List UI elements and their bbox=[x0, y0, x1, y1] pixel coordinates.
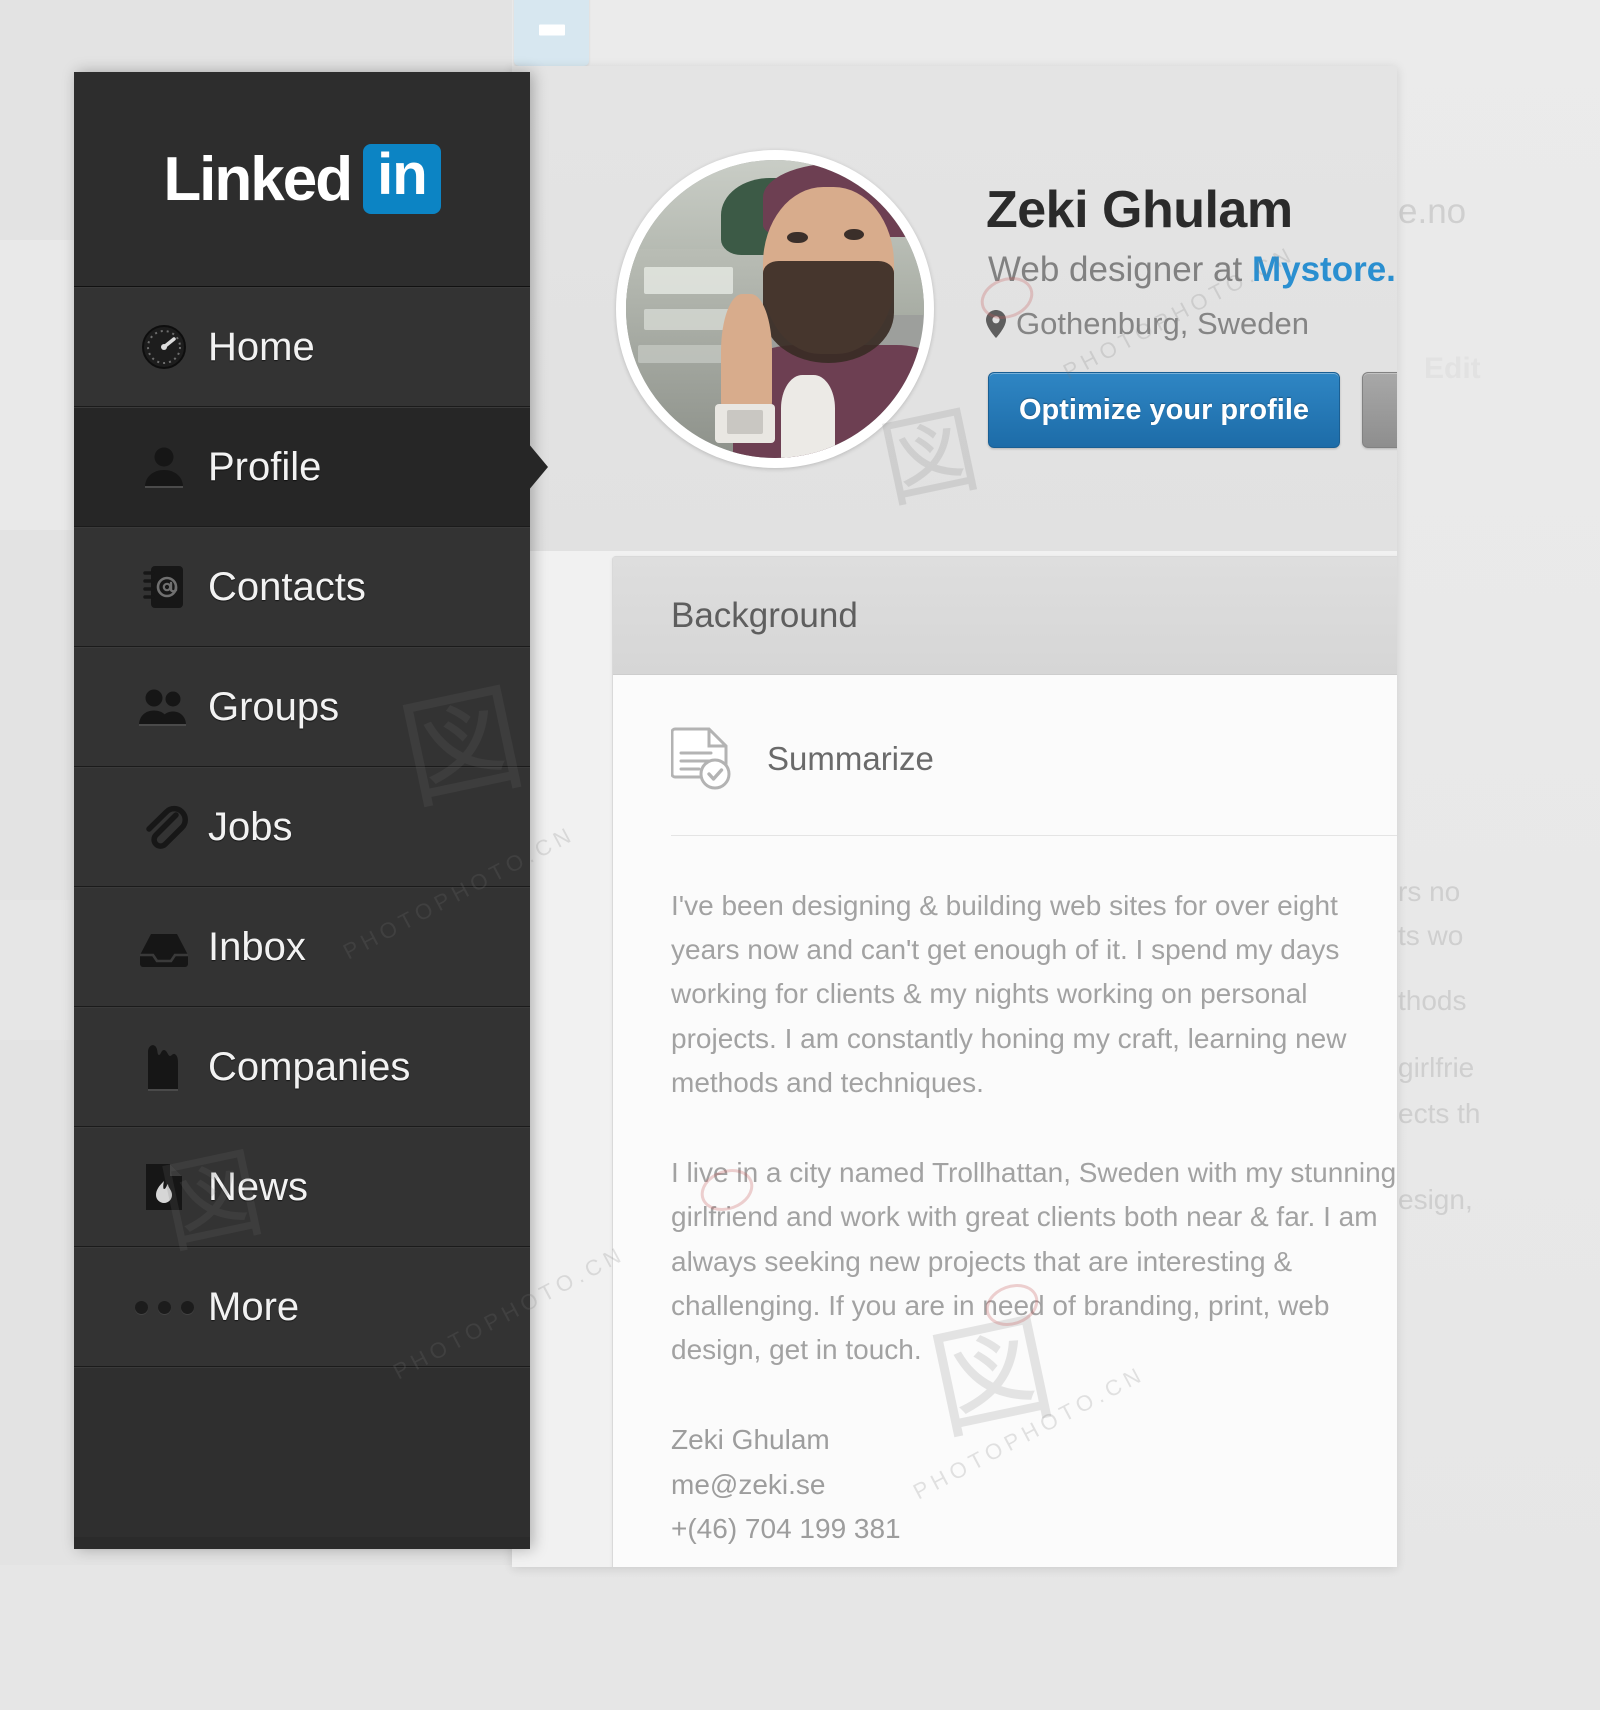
ghost-line-6: esign, bbox=[1398, 1184, 1473, 1215]
profile-actions: Optimize your profile Edit bbox=[988, 372, 1397, 448]
screen: e.no Edit rs no ts wo thods girlfrie ect… bbox=[0, 0, 1600, 1710]
paperclip-icon bbox=[128, 803, 200, 851]
logo-in-badge: in bbox=[363, 144, 441, 214]
address-book-icon bbox=[128, 563, 200, 611]
background-heading: Background bbox=[671, 595, 858, 635]
background-card-body: Summarize I've been designing & building… bbox=[613, 675, 1397, 1567]
people-icon bbox=[128, 683, 200, 731]
summarize-title: Summarize bbox=[767, 740, 934, 777]
divider bbox=[671, 835, 1397, 836]
ghost-line-3: thods bbox=[1398, 985, 1467, 1016]
brand-logo[interactable]: Linked in bbox=[74, 72, 530, 287]
profile-location: Gothenburg, Sweden bbox=[986, 306, 1309, 342]
logo-wordmark: Linked bbox=[163, 144, 353, 214]
ghost-line-2: ts wo bbox=[1398, 920, 1464, 951]
profile-headline: Web designer at Mystore.no bbox=[988, 250, 1397, 290]
inbox-icon bbox=[128, 925, 200, 969]
sidebar-item-companies[interactable]: Companies bbox=[74, 1007, 530, 1127]
summarize-header: Summarize bbox=[671, 727, 1397, 791]
sidebar-footer bbox=[74, 1367, 530, 1537]
ghost-line-4: girlfrie bbox=[1398, 1052, 1475, 1083]
sidebar-item-label: Profile bbox=[208, 444, 322, 489]
optimize-profile-button[interactable]: Optimize your profile bbox=[988, 372, 1341, 448]
minimize-icon bbox=[538, 24, 565, 36]
signature-email[interactable]: me@zeki.se bbox=[671, 1463, 1397, 1507]
location-label: Gothenburg, Sweden bbox=[1016, 306, 1309, 341]
background-card: Background Summarize I've been designing… bbox=[612, 556, 1397, 1567]
sidebar-item-label: Inbox bbox=[208, 924, 306, 969]
ghost-line-5: ects th bbox=[1398, 1098, 1481, 1129]
background-card-header: Background bbox=[613, 557, 1397, 675]
sidebar-item-jobs[interactable]: Jobs bbox=[74, 767, 530, 887]
ghost-line-1: rs no bbox=[1398, 876, 1461, 907]
content-panel: Zeki Ghulam Web designer at Mystore.no G… bbox=[512, 66, 1397, 1567]
sidebar-item-label: Companies bbox=[208, 1044, 411, 1089]
sidebar-item-more[interactable]: More bbox=[74, 1247, 530, 1367]
map-pin-icon bbox=[986, 310, 1006, 338]
signature-phone[interactable]: +(46) 704 199 381 bbox=[671, 1507, 1397, 1551]
edit-profile-button[interactable]: Edit bbox=[1362, 372, 1397, 448]
sidebar-item-inbox[interactable]: Inbox bbox=[74, 887, 530, 1007]
headline-prefix: Web designer at bbox=[988, 250, 1252, 289]
document-check-icon bbox=[671, 727, 731, 790]
minimize-chip-light[interactable] bbox=[514, 0, 589, 66]
summary-paragraph-2: I live in a city named Trollhattan, Swed… bbox=[671, 1157, 1397, 1366]
sidebar-item-label: Contacts bbox=[208, 564, 366, 609]
ellipsis-icon bbox=[128, 1300, 200, 1314]
sidebar-item-contacts[interactable]: Contacts bbox=[74, 527, 530, 647]
sidebar-item-label: Home bbox=[208, 324, 315, 369]
ghost-company-text: e.no bbox=[1398, 192, 1467, 231]
sidebar-item-label: Groups bbox=[208, 684, 340, 729]
page-title: Zeki Ghulam bbox=[986, 181, 1293, 239]
avatar[interactable] bbox=[616, 150, 934, 468]
speedometer-icon bbox=[128, 323, 200, 371]
signature-name: Zeki Ghulam bbox=[671, 1424, 830, 1456]
avatar-image bbox=[626, 160, 924, 458]
sidebar-item-news[interactable]: News bbox=[74, 1127, 530, 1247]
sidebar-item-label: Jobs bbox=[208, 804, 293, 849]
news-flame-icon bbox=[128, 1161, 200, 1213]
profile-header: Zeki Ghulam Web designer at Mystore.no G… bbox=[512, 66, 1397, 551]
sidebar-item-profile[interactable]: Profile bbox=[74, 407, 548, 527]
sidebar-item-groups[interactable]: Groups bbox=[74, 647, 530, 767]
sidebar: Linked in Home Profile Contacts Groups J… bbox=[74, 72, 548, 1549]
person-icon bbox=[128, 443, 200, 491]
active-caret-icon bbox=[528, 443, 548, 491]
sidebar-item-home[interactable]: Home bbox=[74, 287, 530, 407]
building-icon bbox=[128, 1042, 200, 1092]
ghost-edit-text: Edit bbox=[1424, 352, 1481, 385]
summary-paragraph-1: I've been designing & building web sites… bbox=[671, 890, 1347, 1098]
sidebar-item-label: More bbox=[208, 1284, 300, 1329]
sidebar-item-label: News bbox=[208, 1164, 309, 1209]
company-link[interactable]: Mystore.no bbox=[1252, 250, 1397, 289]
